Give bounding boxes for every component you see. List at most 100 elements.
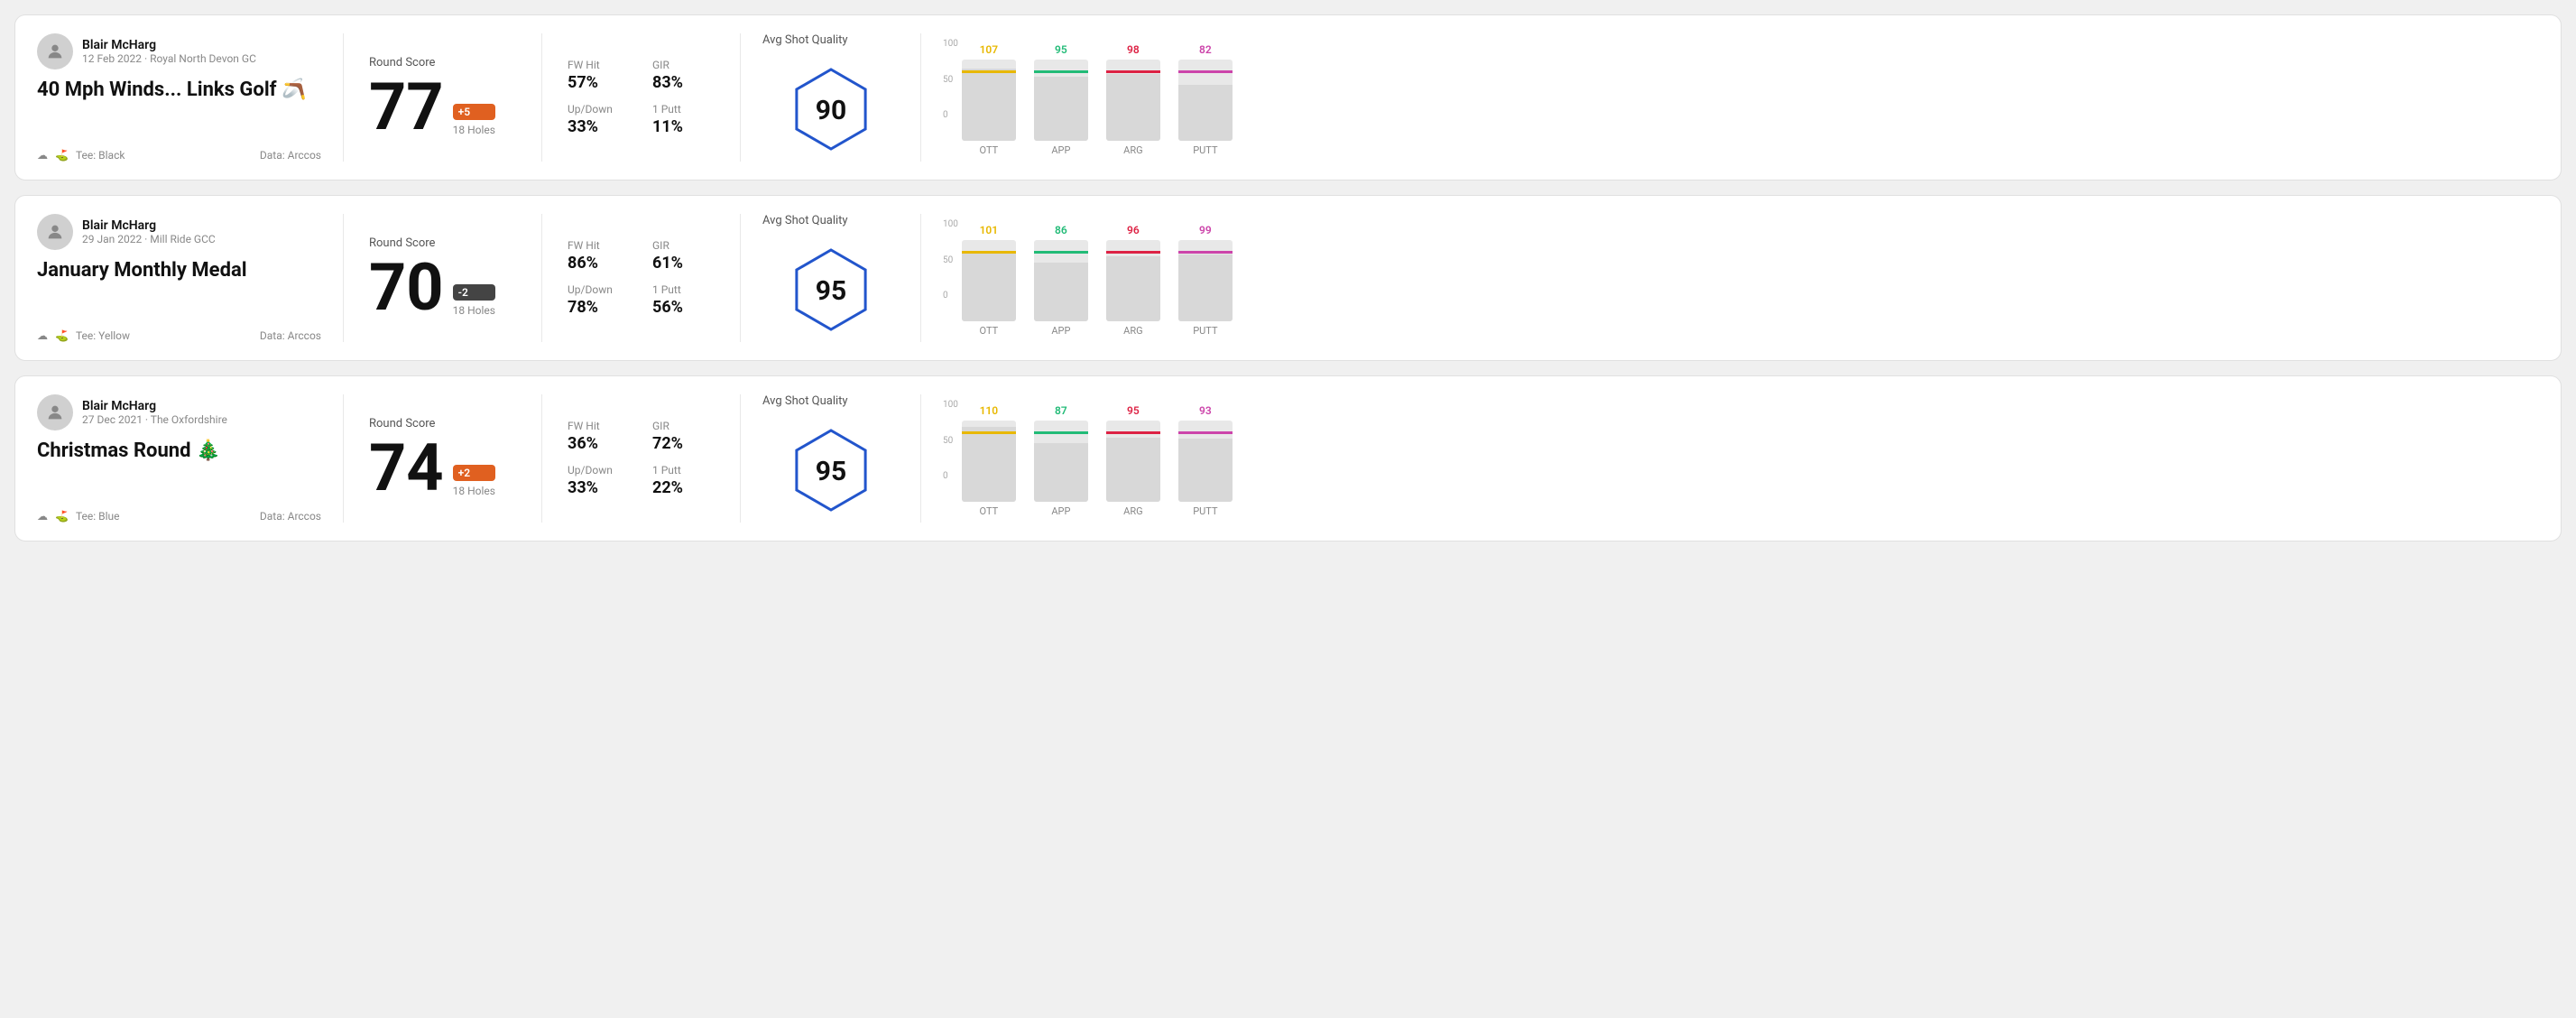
svg-text:95: 95 <box>815 275 845 307</box>
bar-label-arg: ARG <box>1123 325 1142 337</box>
bar-wrapper-arg <box>1106 240 1160 321</box>
stat-oneputt-2: 1 Putt 22% <box>652 464 716 497</box>
score-badge-1: -2 <box>453 284 495 301</box>
round-title-1: January Monthly Medal <box>37 259 321 282</box>
score-label-2: Round Score <box>369 417 516 430</box>
tee-info-1: ☁ ⛳ Tee: Yellow Data: Arccos <box>37 329 321 342</box>
bar-value-ott: 101 <box>980 224 999 236</box>
bar-value-app: 86 <box>1055 224 1067 236</box>
stat-updown-value-2: 33% <box>568 478 631 497</box>
user-text-2: Blair McHarg 27 Dec 2021 · The Oxfordshi… <box>82 399 227 426</box>
bar-group-putt: 93 PUTT <box>1178 404 1233 517</box>
bar-line-app <box>1034 431 1088 434</box>
quality-label-0: Avg Shot Quality <box>762 33 848 47</box>
tee-left-0: ☁ ⛳ Tee: Black <box>37 149 125 162</box>
bar-fill-bg <box>962 69 1016 141</box>
stats-row-top-1: FW Hit 86% GIR 61% <box>568 239 715 273</box>
bar-label-putt: PUTT <box>1193 325 1217 337</box>
bag-icon: ⛳ <box>55 329 69 342</box>
bar-group-ott: 110 OTT <box>962 404 1016 517</box>
bar-wrapper-app <box>1034 60 1088 141</box>
left-section-0: Blair McHarg 12 Feb 2022 · Royal North D… <box>37 33 344 162</box>
quality-section-0: Avg Shot Quality 90 <box>741 33 921 162</box>
stats-row-top-0: FW Hit 57% GIR 83% <box>568 59 715 92</box>
bag-icon: ⛳ <box>55 149 69 162</box>
stat-oneputt-value-0: 11% <box>652 117 716 136</box>
user-date-1: 29 Jan 2022 · Mill Ride GCC <box>82 233 216 245</box>
weather-icon: ☁ <box>37 510 48 523</box>
stat-fwhit-value-0: 57% <box>568 73 631 92</box>
left-section-2: Blair McHarg 27 Dec 2021 · The Oxfordshi… <box>37 394 344 523</box>
svg-text:95: 95 <box>815 456 845 487</box>
quality-section-1: Avg Shot Quality 95 <box>741 214 921 342</box>
bar-value-ott: 107 <box>980 43 999 56</box>
score-section-2: Round Score 74 +2 18 Holes <box>344 394 542 523</box>
stat-oneputt-value-1: 56% <box>652 298 716 317</box>
bar-fill-bg <box>1106 438 1160 502</box>
bar-line-ott <box>962 431 1016 434</box>
bar-value-putt: 99 <box>1199 224 1212 236</box>
stats-row-bottom-0: Up/Down 33% 1 Putt 11% <box>568 103 715 136</box>
stat-fwhit-value-1: 86% <box>568 254 631 273</box>
bar-line-arg <box>1106 431 1160 434</box>
bar-line-arg <box>1106 251 1160 254</box>
bar-line-putt <box>1178 251 1233 254</box>
bar-value-app: 87 <box>1055 404 1067 417</box>
data-source-2: Data: Arccos <box>260 510 321 523</box>
stat-fwhit-value-2: 36% <box>568 434 631 453</box>
stats-row-bottom-1: Up/Down 78% 1 Putt 56% <box>568 283 715 317</box>
user-text-1: Blair McHarg 29 Jan 2022 · Mill Ride GCC <box>82 218 216 245</box>
user-info-2: Blair McHarg 27 Dec 2021 · The Oxfordshi… <box>37 394 321 430</box>
chart-section-1: 100 50 0 101 OTT 86 APP <box>921 214 2539 342</box>
bar-group-ott: 107 OTT <box>962 43 1016 156</box>
tee-label-1: Tee: Yellow <box>76 329 130 342</box>
bar-fill-bg <box>1106 256 1160 321</box>
stat-gir-label-1: GIR <box>652 239 716 252</box>
round-title-0: 40 Mph Winds... Links Golf 🪃 <box>37 79 321 101</box>
tee-info-0: ☁ ⛳ Tee: Black Data: Arccos <box>37 149 321 162</box>
score-holes-2: 18 Holes <box>453 485 495 497</box>
bar-line-putt <box>1178 431 1233 434</box>
score-section-1: Round Score 70 -2 18 Holes <box>344 214 542 342</box>
bar-fill-bg <box>1178 439 1233 502</box>
bar-wrapper-ott <box>962 421 1016 502</box>
bar-wrapper-putt <box>1178 60 1233 141</box>
bar-value-arg: 95 <box>1127 404 1140 417</box>
round-card-1: Blair McHarg 29 Jan 2022 · Mill Ride GCC… <box>14 195 2562 361</box>
svg-text:90: 90 <box>815 95 845 126</box>
user-name-1: Blair McHarg <box>82 218 216 233</box>
stat-updown-0: Up/Down 33% <box>568 103 631 136</box>
bar-label-ott: OTT <box>980 505 999 517</box>
quality-label-1: Avg Shot Quality <box>762 214 848 227</box>
stat-gir-value-1: 61% <box>652 254 716 273</box>
score-holes-1: 18 Holes <box>453 304 495 317</box>
stat-gir-value-2: 72% <box>652 434 716 453</box>
bar-fill-bg <box>1034 263 1088 321</box>
stats-section-1: FW Hit 86% GIR 61% Up/Down 78% 1 Putt 56… <box>542 214 741 342</box>
bar-wrapper-putt <box>1178 240 1233 321</box>
user-info-0: Blair McHarg 12 Feb 2022 · Royal North D… <box>37 33 321 69</box>
bar-line-app <box>1034 251 1088 254</box>
user-icon <box>45 403 65 422</box>
score-detail-0: +5 18 Holes <box>453 104 495 140</box>
stat-updown-label-0: Up/Down <box>568 103 631 116</box>
stat-fwhit-label-0: FW Hit <box>568 59 631 71</box>
stat-updown-label-2: Up/Down <box>568 464 631 477</box>
weather-icon: ☁ <box>37 329 48 342</box>
stat-oneputt-value-2: 22% <box>652 478 716 497</box>
bag-icon: ⛳ <box>55 510 69 523</box>
user-date-0: 12 Feb 2022 · Royal North Devon GC <box>82 52 256 65</box>
tee-label-0: Tee: Black <box>76 149 125 162</box>
bar-fill-bg <box>1178 255 1233 321</box>
bar-line-ott <box>962 251 1016 254</box>
bar-fill-bg <box>1034 443 1088 502</box>
stat-updown-value-0: 33% <box>568 117 631 136</box>
stats-section-2: FW Hit 36% GIR 72% Up/Down 33% 1 Putt 22… <box>542 394 741 523</box>
stat-fwhit-label-2: FW Hit <box>568 420 631 432</box>
bar-group-arg: 95 ARG <box>1106 404 1160 517</box>
score-holes-0: 18 Holes <box>453 124 495 136</box>
score-row-2: 74 +2 18 Holes <box>369 436 516 501</box>
quality-label-2: Avg Shot Quality <box>762 394 848 408</box>
round-card-0: Blair McHarg 12 Feb 2022 · Royal North D… <box>14 14 2562 180</box>
bar-group-arg: 98 ARG <box>1106 43 1160 156</box>
